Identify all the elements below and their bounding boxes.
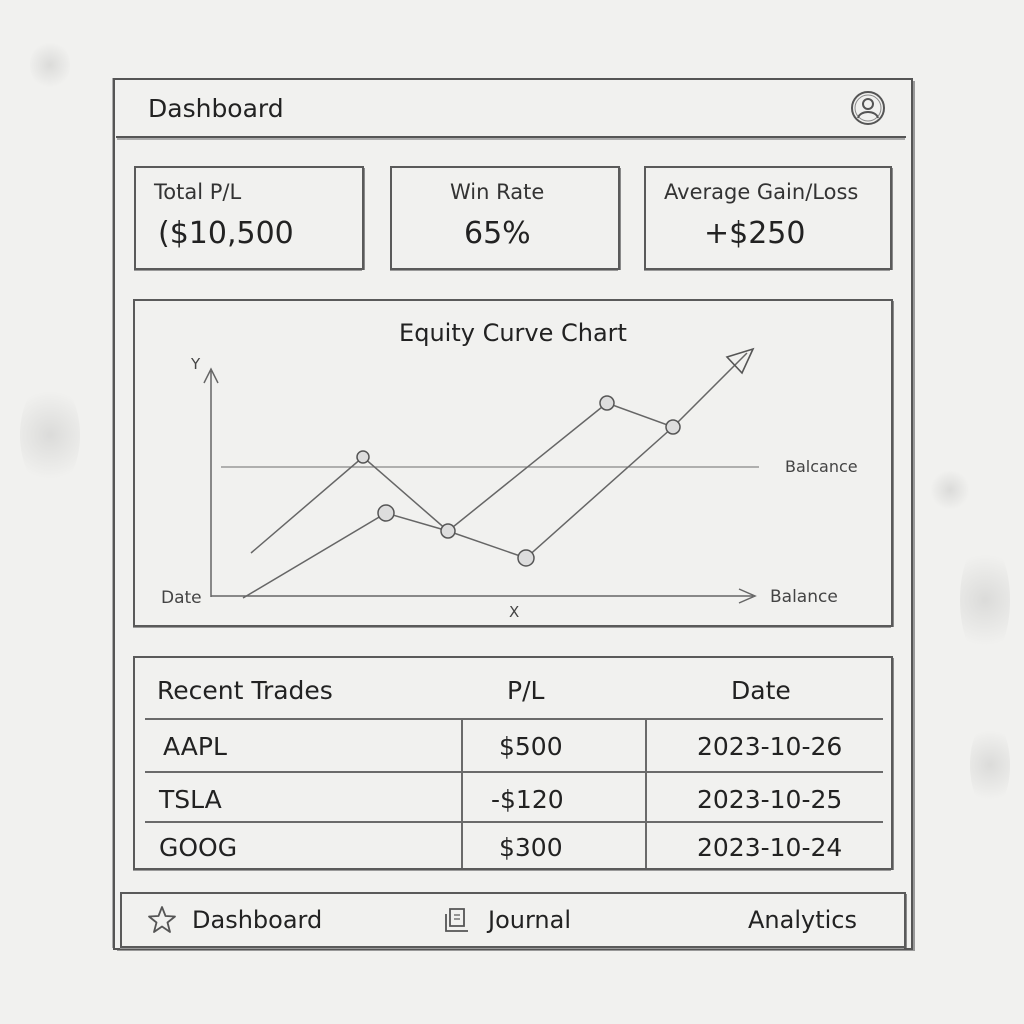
paper-smudge [30, 40, 70, 90]
win-rate-label: Win Rate [450, 180, 545, 204]
chart-point [377, 504, 395, 522]
trade-symbol: AAPL [163, 732, 227, 761]
equity-curve-chart: Equity Curve Chart Y Date Balance X Balc… [161, 319, 858, 621]
user-circle-icon[interactable] [850, 90, 886, 126]
chart-point [440, 523, 456, 539]
table-header-recent-trades: Recent Trades [157, 676, 333, 705]
table-divider [145, 718, 883, 720]
x-axis-label: X [509, 603, 519, 621]
nav-item-analytics[interactable]: Analytics [748, 894, 857, 946]
paper-smudge [960, 540, 1010, 660]
trade-date: 2023-10-26 [697, 732, 843, 761]
trade-symbol: TSLA [159, 785, 222, 814]
x-axis-end-label: Balance [770, 587, 838, 607]
equity-curve-lower-line [242, 426, 674, 599]
average-gain-loss-value: +$250 [704, 216, 806, 251]
win-rate-card: Win Rate 65% [390, 166, 620, 270]
average-gain-loss-label: Average Gain/Loss [664, 180, 859, 204]
x-axis-origin-label: Date [161, 588, 202, 608]
balance-reference-label: Balcance [785, 457, 858, 476]
trade-date: 2023-10-25 [697, 785, 843, 814]
y-axis-label: Y [190, 355, 201, 373]
trade-pl: -$120 [491, 785, 564, 814]
trade-pl: $500 [499, 732, 563, 761]
paper-smudge [970, 720, 1010, 810]
trade-symbol: GOOG [159, 833, 238, 862]
nav-item-dashboard[interactable]: Dashboard [146, 894, 322, 946]
recent-trades-table: Recent Trades P/L Date AAPL $500 2023-10… [133, 656, 893, 870]
page-title: Dashboard [148, 94, 284, 123]
trade-pl: $300 [499, 833, 563, 862]
nav-item-journal[interactable]: Journal [442, 894, 571, 946]
nav-label-analytics: Analytics [748, 906, 857, 934]
table-row[interactable]: AAPL $500 2023-10-26 [145, 722, 883, 772]
nav-label-journal: Journal [488, 906, 572, 934]
chart-title: Equity Curve Chart [399, 319, 627, 347]
table-header-date: Date [731, 676, 791, 705]
table-divider [145, 771, 883, 773]
equity-curve-panel: Equity Curve Chart Y Date Balance X Balc… [133, 299, 893, 627]
chart-point [517, 549, 535, 567]
table-row[interactable]: GOOG $300 2023-10-24 [145, 823, 883, 873]
star-icon [148, 906, 176, 933]
total-pl-value: ($10,500 [158, 216, 294, 251]
total-pl-label: Total P/L [154, 180, 242, 204]
average-gain-loss-card: Average Gain/Loss +$250 [644, 166, 892, 270]
bottom-nav: Dashboard Journal Analytics [120, 892, 906, 948]
total-pl-card: Total P/L ($10,500 [134, 166, 364, 270]
header-bar: Dashboard [116, 80, 906, 138]
paper-smudge [20, 380, 80, 490]
chart-point [356, 450, 370, 464]
trade-date: 2023-10-24 [697, 833, 843, 862]
chart-point [665, 419, 681, 435]
chart-point [599, 395, 615, 411]
nav-label-dashboard: Dashboard [192, 906, 323, 934]
equity-curve-upper-line [250, 352, 748, 554]
paper-smudge [930, 470, 970, 510]
table-header-pl: P/L [507, 676, 545, 705]
journal-icon [445, 908, 468, 932]
table-row[interactable]: TSLA -$120 2023-10-25 [145, 775, 883, 825]
win-rate-value: 65% [464, 216, 531, 251]
